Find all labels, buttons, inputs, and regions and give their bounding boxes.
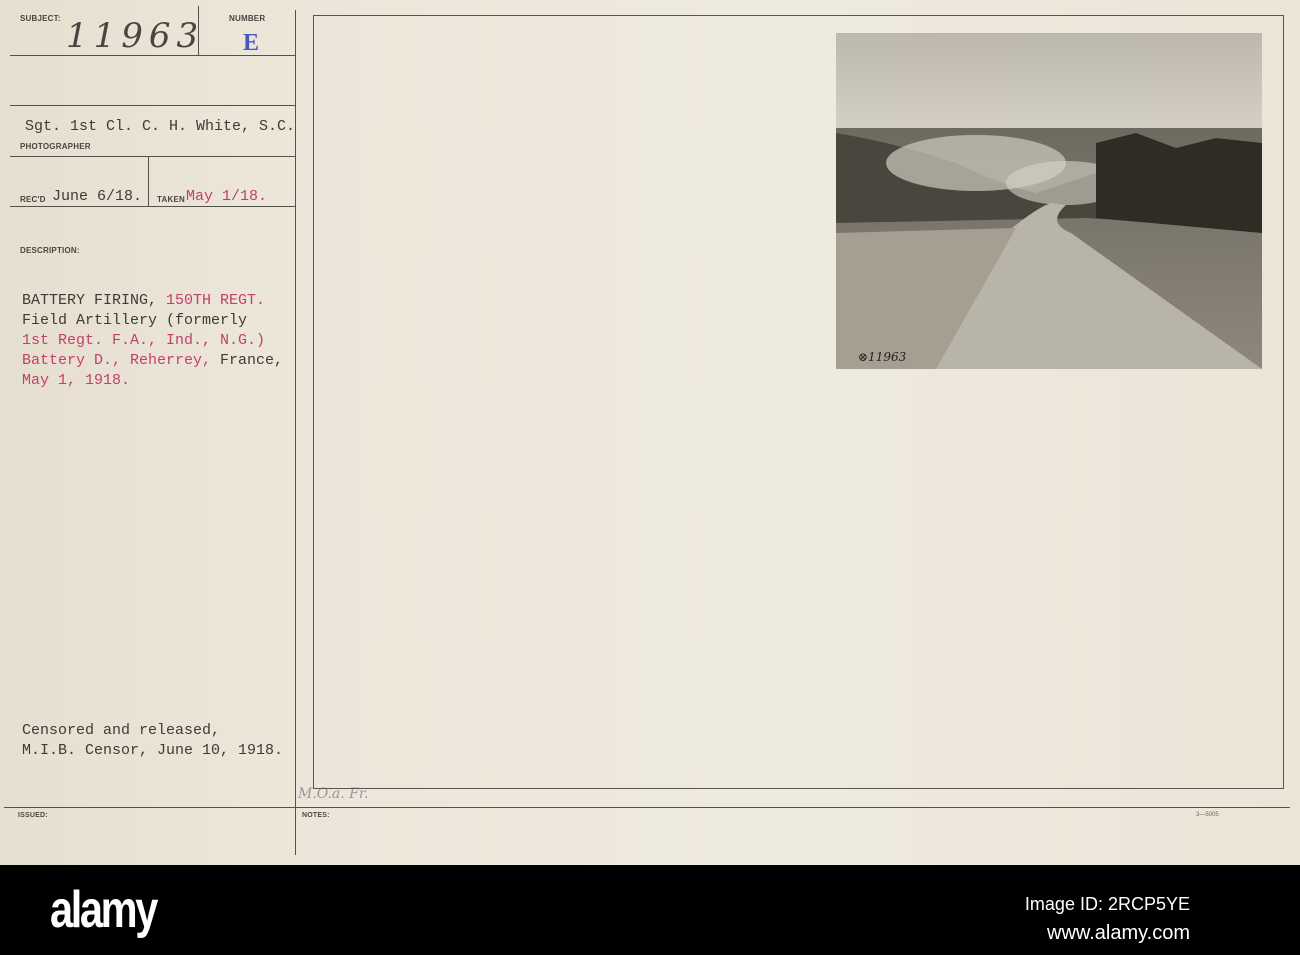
censor-line-2: M.I.B. Censor, June 10, 1918. bbox=[22, 742, 284, 759]
recd-taken-divider bbox=[148, 157, 149, 207]
site-url[interactable]: www.alamy.com bbox=[1047, 922, 1190, 945]
number-label: NUMBER bbox=[229, 14, 266, 23]
description-line-1: BATTERY FIRING, 150TH REGT. bbox=[22, 292, 265, 309]
record-card: SUBJECT: NUMBER 11963 E Sgt. 1st Cl. C. … bbox=[0, 0, 1300, 865]
divider bbox=[10, 105, 295, 106]
description-text: BATTERY FIRING, bbox=[22, 292, 167, 309]
alamy-logo: alamy bbox=[50, 881, 158, 939]
recd-value: June 6/18. bbox=[52, 188, 143, 205]
photo-caption: ⊗11963 bbox=[858, 350, 907, 364]
description-line-3: 1st Regt. F.A., Ind., N.G.) bbox=[22, 332, 266, 349]
description-text: 150TH REGT. bbox=[166, 292, 266, 309]
photograph bbox=[836, 33, 1262, 369]
form-number: 3—5005 bbox=[1196, 812, 1219, 818]
subject-label: SUBJECT: bbox=[20, 14, 61, 23]
number-value: E bbox=[243, 30, 260, 56]
notes-divider bbox=[4, 807, 1290, 808]
photographer-label: PHOTOGRAPHER bbox=[20, 142, 91, 151]
notes-label: NOTES: bbox=[302, 812, 330, 819]
column-divider bbox=[295, 10, 296, 855]
description-line-5: May 1, 1918. bbox=[22, 372, 131, 389]
description-text: Battery D., Reherrey, bbox=[22, 352, 221, 369]
image-id: Image ID: 2RCP5YE bbox=[1024, 894, 1190, 914]
divider bbox=[10, 156, 295, 157]
description-line-4: Battery D., Reherrey, France, bbox=[22, 352, 283, 369]
photographer-name: Sgt. 1st Cl. C. H. White, S.C. bbox=[25, 118, 296, 135]
description-text: France, bbox=[220, 352, 284, 369]
subject-value: 11963 bbox=[66, 16, 205, 56]
censor-line-1: Censored and released, bbox=[22, 722, 221, 739]
divider bbox=[10, 206, 295, 207]
recd-label: REC'D bbox=[20, 195, 46, 204]
battlefield-photo bbox=[836, 33, 1262, 369]
taken-label: TAKEN bbox=[157, 195, 185, 204]
issued-label: ISSUED: bbox=[18, 812, 48, 819]
taken-value: May 1/18. bbox=[186, 188, 268, 205]
description-label: DESCRIPTION: bbox=[20, 246, 80, 255]
description-line-2: Field Artillery (formerly bbox=[22, 312, 248, 329]
